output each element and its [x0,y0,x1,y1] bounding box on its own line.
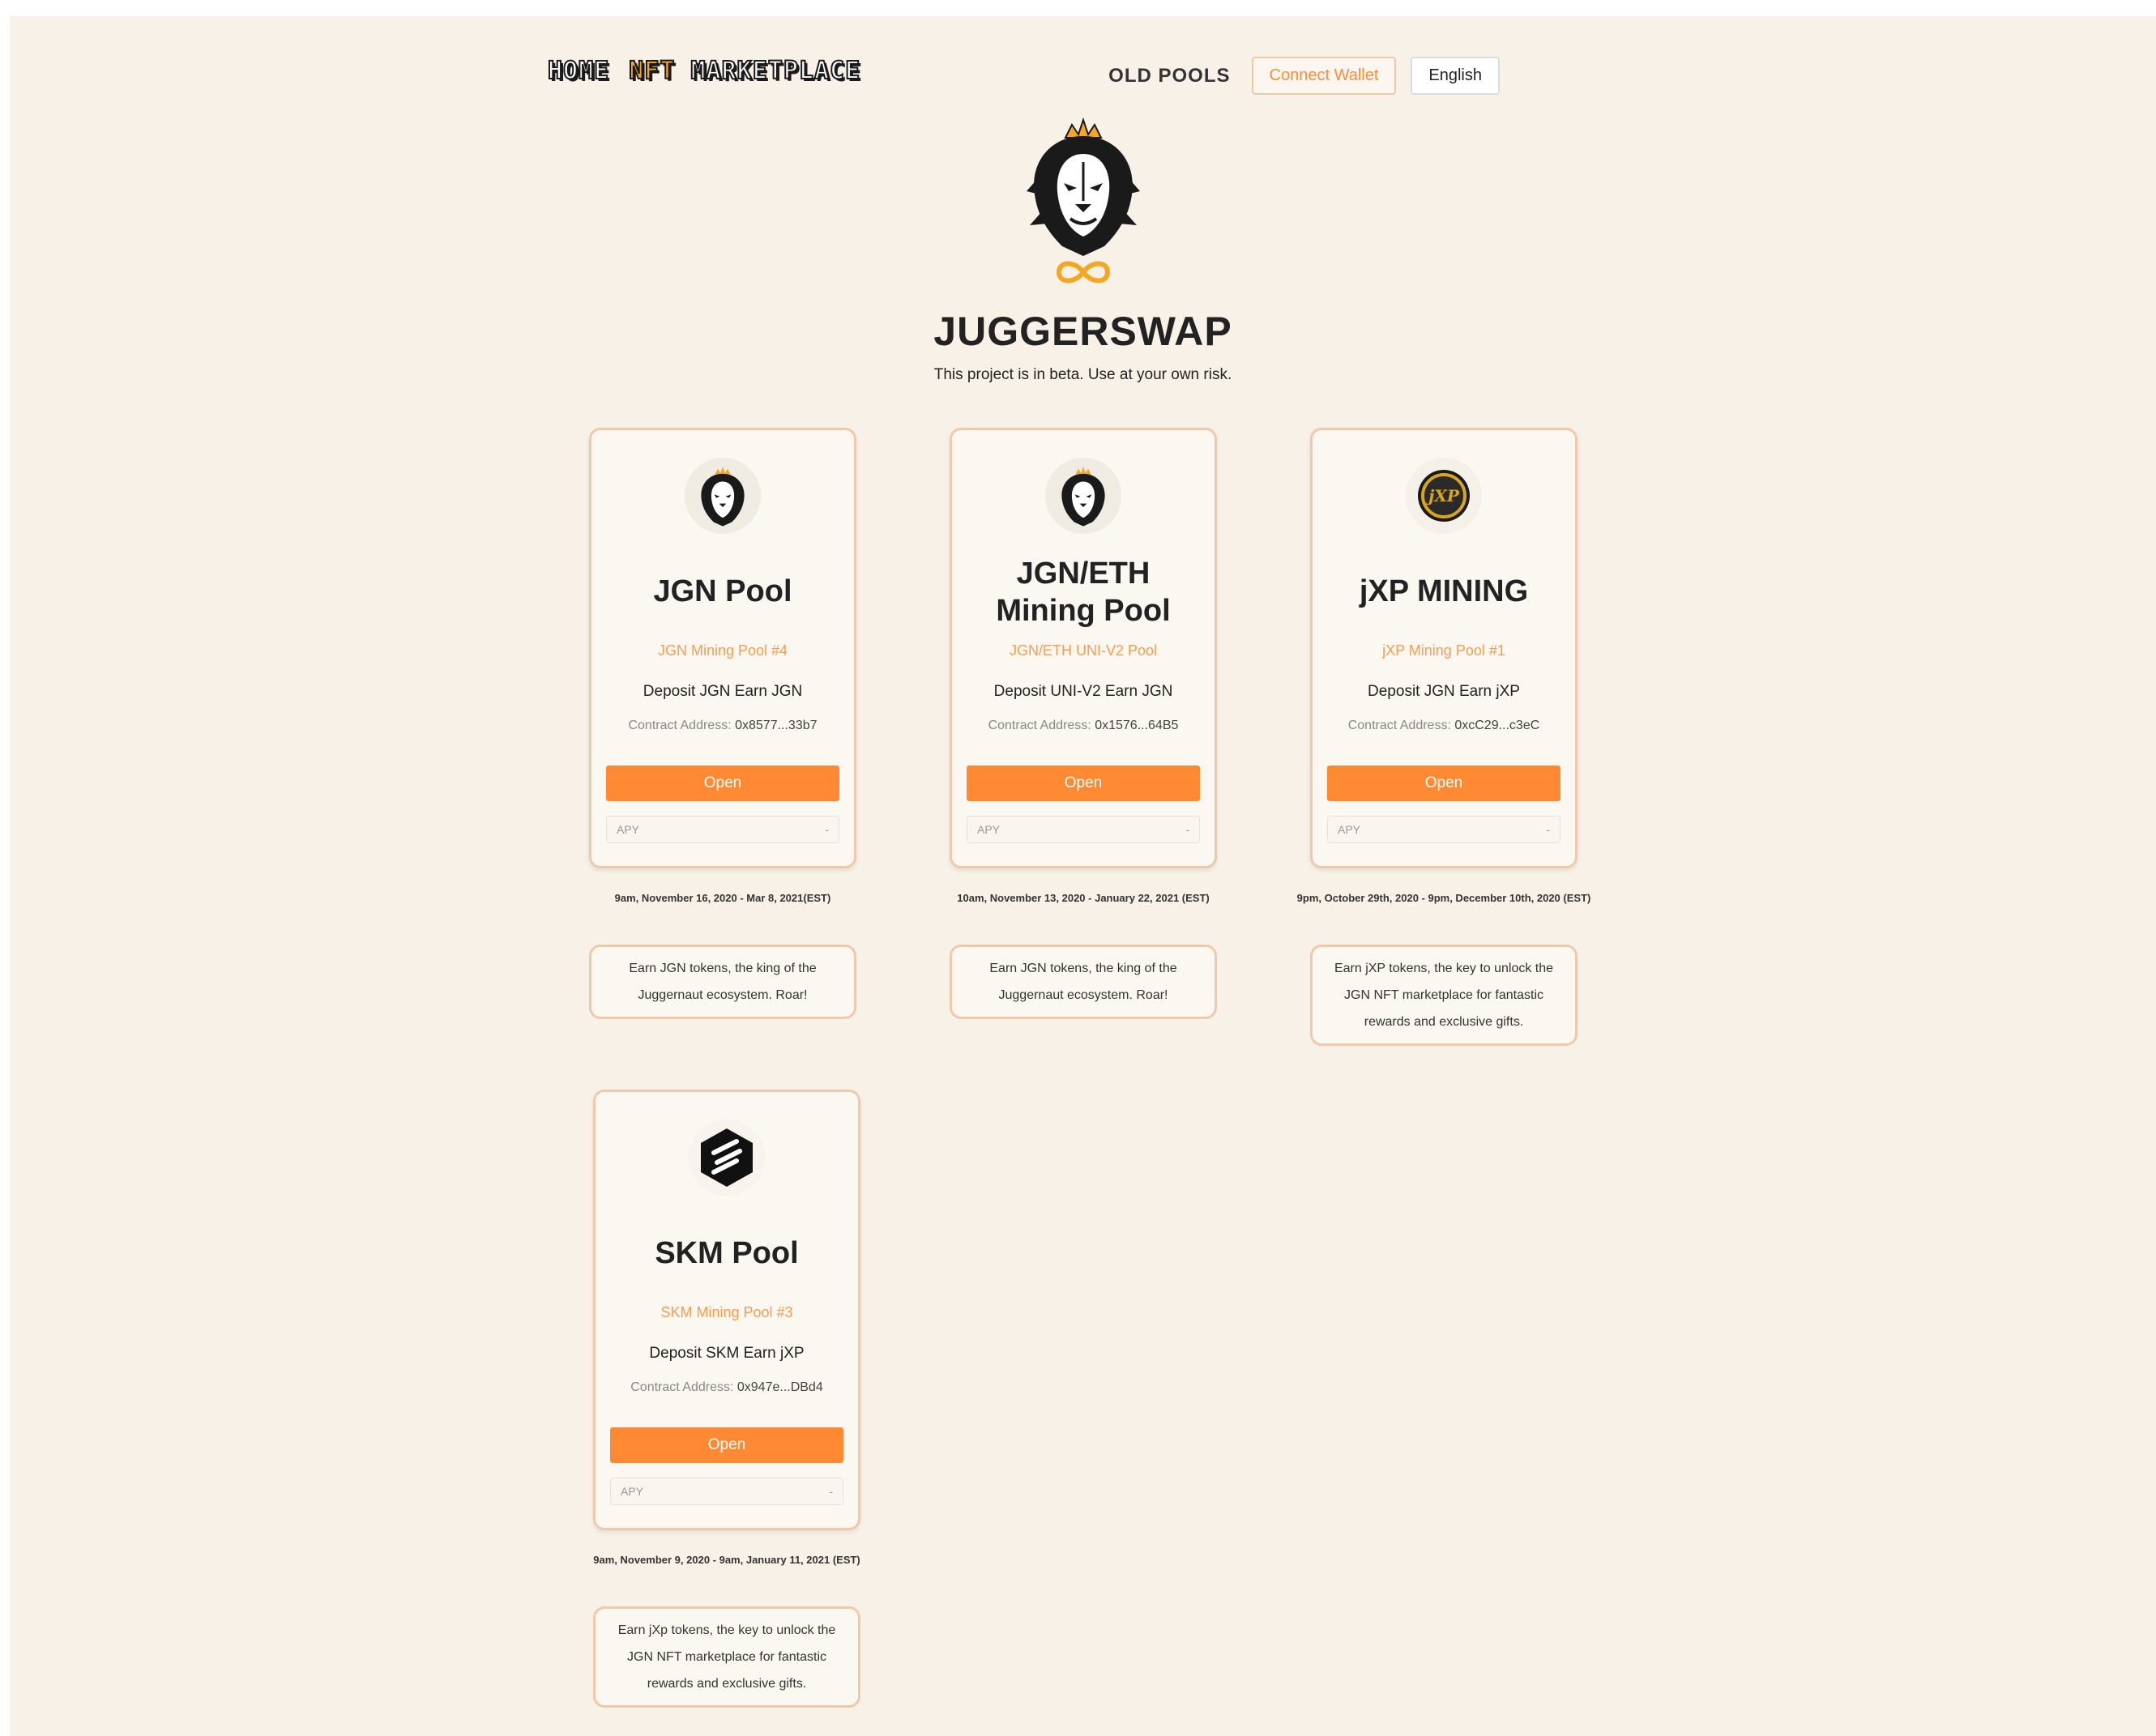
pool-title: SKM Pool [655,1236,799,1270]
pool-card-body: JGN/ETH Mining Pool JGN/ETH UNI-V2 Pool … [950,428,1217,868]
nft-marketplace-link[interactable]: NFT MARKETPLACE [628,56,861,86]
pool-title: JGN Pool [653,574,792,608]
apy-value: - [825,823,829,836]
lion-icon [1045,458,1121,534]
contract-address-label: Contract Address: [630,1380,734,1394]
language-selector[interactable]: English [1411,57,1500,95]
pool-info-box: Earn JGN tokens, the king of the Juggern… [589,945,856,1019]
contract-address: Contract Address: 0x8577...33b7 [591,719,854,733]
pool-dates: 10am, November 13, 2020 - January 22, 20… [957,892,1210,904]
apy-label: APY [1338,823,1361,836]
apy-value: - [1546,823,1550,836]
open-pool-button[interactable]: Open [610,1427,843,1463]
lion-logo-icon [1018,113,1148,292]
apy-label: APY [621,1485,644,1498]
contract-address-value: 0xcC29...c3eC [1454,719,1540,732]
open-pool-button[interactable]: Open [967,766,1200,801]
pool-card-body: SKM Pool SKM Mining Pool #3 Deposit SKM … [593,1090,860,1530]
lion-icon [685,458,761,534]
pool-subtitle: jXP Mining Pool #1 [1382,642,1505,659]
open-pool-button[interactable]: Open [1327,766,1560,801]
pool-dates: 9am, November 9, 2020 - 9am, January 11,… [593,1554,860,1566]
top-nav-right: OLD POOLS Connect Wallet English [1108,57,1500,95]
contract-address-value: 0x947e...DBd4 [736,1380,823,1394]
pool-card-skm: SKM Pool SKM Mining Pool #3 Deposit SKM … [593,1090,860,1708]
pool-description: Deposit JGN Earn jXP [1368,683,1520,700]
pool-title: jXP MINING [1359,574,1529,608]
page: HOME NFT MARKETPLACE OLD POOLS Connect W… [10,16,2156,1736]
connect-wallet-button[interactable]: Connect Wallet [1251,57,1397,95]
pool-card-body: JGN Pool JGN Mining Pool #4 Deposit JGN … [589,428,856,868]
apy-value: - [829,1485,833,1498]
pool-card-body: jXP jXP MINING jXP Mining Pool #1 Deposi… [1310,428,1578,868]
pool-description: Deposit SKM Earn jXP [649,1345,805,1362]
contract-address-label: Contract Address: [628,719,732,732]
pool-card-jgn-eth: JGN/ETH Mining Pool JGN/ETH UNI-V2 Pool … [950,428,1217,1019]
top-nav-left: HOME NFT MARKETPLACE [547,56,861,86]
nft-link-text: NFT [628,56,676,86]
apy-field: APY - [606,816,839,843]
jxp-coin-icon: jXP [1406,458,1482,534]
hero: JUGGERSWAP This project is in beta. Use … [10,113,2156,384]
marketplace-link-text: MARKETPLACE [690,56,861,86]
beta-warning: This project is in beta. Use at your own… [933,366,1232,383]
pool-info-box: Earn jXp tokens, the key to unlock the J… [593,1606,860,1708]
apy-field: APY - [967,816,1200,843]
contract-address-label: Contract Address: [988,719,1091,732]
page-title: JUGGERSWAP [933,309,1232,354]
apy-label: APY [977,823,1001,836]
home-link[interactable]: HOME [547,56,609,86]
pool-dates: 9am, November 16, 2020 - Mar 8, 2021(EST… [614,892,831,904]
pool-title: JGN/ETH Mining Pool [996,557,1171,628]
pool-card-jxp: jXP jXP MINING jXP Mining Pool #1 Deposi… [1297,428,1590,1046]
apy-value: - [1185,823,1189,836]
open-pool-button[interactable]: Open [606,766,839,801]
pool-description: Deposit JGN Earn JGN [643,683,803,700]
contract-address: Contract Address: 0x1576...64B5 [952,719,1215,733]
pool-info-box: Earn jXP tokens, the key to unlock the J… [1310,945,1578,1046]
contract-address: Contract Address: 0x947e...DBd4 [596,1380,858,1395]
pool-info-box: Earn JGN tokens, the king of the Juggern… [950,945,1217,1019]
pool-subtitle: SKM Mining Pool #3 [660,1304,793,1320]
contract-address-value: 0x8577...33b7 [735,719,818,732]
contract-address: Contract Address: 0xcC29...c3eC [1313,719,1575,733]
apy-field: APY - [1327,816,1560,843]
pool-card-jgn: JGN Pool JGN Mining Pool #4 Deposit JGN … [589,428,856,1019]
pool-dates: 9pm, October 29th, 2020 - 9pm, December … [1296,892,1591,904]
apy-field: APY - [610,1478,843,1505]
svg-text:jXP: jXP [1425,486,1460,505]
apy-label: APY [617,823,640,836]
old-pools-link[interactable]: OLD POOLS [1108,65,1230,87]
contract-address-label: Contract Address: [1347,719,1451,732]
contract-address-value: 0x1576...64B5 [1095,719,1179,732]
pool-description: Deposit UNI-V2 Earn JGN [993,683,1173,700]
pool-subtitle: JGN Mining Pool #4 [657,642,788,659]
skm-hexagon-icon [689,1120,765,1196]
pool-subtitle: JGN/ETH UNI-V2 Pool [1009,642,1158,659]
